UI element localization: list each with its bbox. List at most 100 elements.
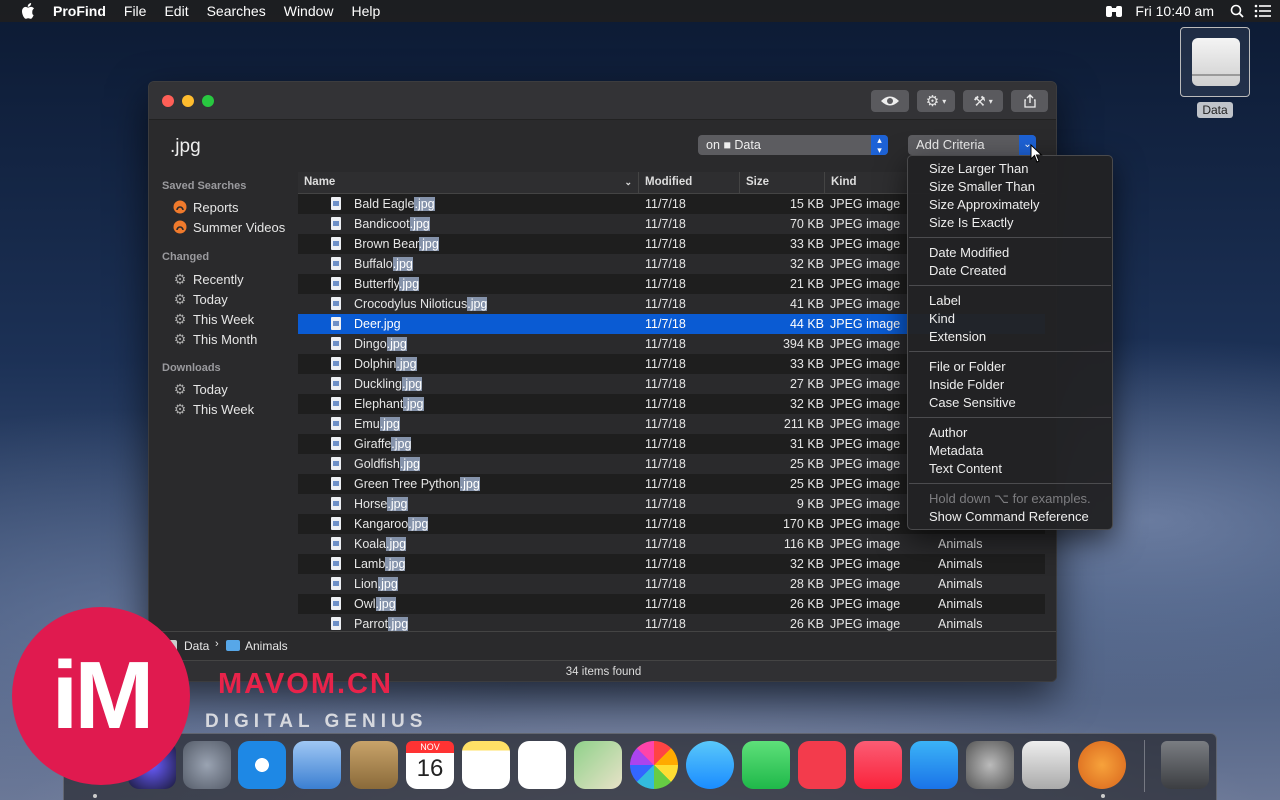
menu-item-size-larger-than[interactable]: Size Larger Than bbox=[929, 160, 1029, 178]
menu-item-author[interactable]: Author bbox=[929, 424, 967, 442]
dock-news-icon[interactable] bbox=[798, 741, 846, 789]
dock-maps-icon[interactable] bbox=[574, 741, 622, 789]
sidebar-item-label: Recently bbox=[193, 271, 244, 287]
tools-button[interactable]: ⚒ ▾ bbox=[963, 90, 1003, 112]
menu-item-extension[interactable]: Extension bbox=[929, 328, 986, 346]
sidebar-item-this-month[interactable]: ⚙ This Month bbox=[173, 329, 258, 349]
jpeg-file-icon bbox=[331, 237, 341, 250]
menu-item-kind[interactable]: Kind bbox=[929, 310, 955, 328]
title-bar[interactable]: ⚙ ▾ ⚒ ▾ bbox=[149, 82, 1056, 120]
mouse-cursor-icon bbox=[1030, 143, 1044, 169]
menu-clock[interactable]: Fri 10:40 am bbox=[1135, 3, 1214, 19]
profind-status-icon[interactable] bbox=[1105, 3, 1123, 19]
path-item-animals[interactable]: Animals bbox=[245, 639, 288, 653]
menu-hint: Hold down ⌥ for examples. bbox=[929, 491, 1091, 506]
column-header-modified[interactable]: Modified bbox=[638, 172, 739, 194]
cell-kind: JPEG image bbox=[830, 397, 901, 411]
action-button[interactable]: ⚙ ▾ bbox=[917, 90, 955, 112]
sidebar-item-this-week[interactable]: ⚙ This Week bbox=[173, 309, 254, 329]
column-header-size[interactable]: Size bbox=[739, 172, 824, 194]
gear-icon: ⚙ bbox=[173, 400, 187, 417]
dock-notes-icon[interactable] bbox=[462, 741, 510, 789]
menu-item-case-sensitive[interactable]: Case Sensitive bbox=[929, 394, 1016, 412]
dock-launchpad-icon[interactable] bbox=[183, 741, 231, 789]
cell-size: 33 KB bbox=[789, 237, 824, 251]
cell-size: 31 KB bbox=[789, 437, 824, 451]
cell-name: Buffalo.jpg bbox=[354, 257, 413, 271]
cell-modified: 11/7/18 bbox=[645, 597, 686, 611]
dock-screenshot-icon[interactable] bbox=[1022, 741, 1070, 789]
drive-label[interactable]: Data bbox=[1197, 102, 1233, 118]
dock-music-icon[interactable] bbox=[854, 741, 902, 789]
sidebar-item-downloads-today[interactable]: ⚙ Today bbox=[173, 379, 228, 399]
sidebar-item-reports[interactable]: Reports bbox=[173, 197, 239, 217]
table-row[interactable]: Owl.jpg 11/7/18 26 KB JPEG image Animals bbox=[298, 594, 1045, 614]
dock-profind-icon[interactable] bbox=[1078, 741, 1126, 789]
menu-item-size-is-exactly[interactable]: Size Is Exactly bbox=[929, 214, 1014, 232]
gear-icon: ⚙ bbox=[173, 310, 187, 327]
search-query[interactable]: .jpg bbox=[170, 136, 201, 158]
jpeg-file-icon bbox=[331, 197, 341, 210]
data-drive-icon[interactable] bbox=[1180, 27, 1250, 97]
dock-photos-icon[interactable] bbox=[630, 741, 678, 789]
menu-item-file-or-folder[interactable]: File or Folder bbox=[929, 358, 1006, 376]
menu-searches[interactable]: Searches bbox=[198, 3, 275, 19]
dock-system-preferences-icon[interactable] bbox=[966, 741, 1014, 789]
sidebar-item-today[interactable]: ⚙ Today bbox=[173, 289, 228, 309]
jpeg-file-icon bbox=[331, 477, 341, 490]
dock-facetime-icon[interactable] bbox=[742, 741, 790, 789]
menu-item-inside-folder[interactable]: Inside Folder bbox=[929, 376, 1004, 394]
apple-icon[interactable] bbox=[20, 3, 36, 19]
menu-item-text-content[interactable]: Text Content bbox=[929, 460, 1002, 478]
notification-center-icon[interactable] bbox=[1254, 4, 1272, 18]
cell-name: Green Tree Python.jpg bbox=[354, 477, 480, 491]
menu-item-date-modified[interactable]: Date Modified bbox=[929, 244, 1009, 262]
path-separator-icon: › bbox=[215, 638, 219, 650]
spotlight-icon[interactable] bbox=[1230, 4, 1244, 18]
zoom-button[interactable] bbox=[202, 95, 214, 107]
sidebar-item-label: Reports bbox=[193, 199, 239, 215]
menu-item-size-approximately[interactable]: Size Approximately bbox=[929, 196, 1040, 214]
table-row[interactable]: Lamb.jpg 11/7/18 32 KB JPEG image Animals bbox=[298, 554, 1045, 574]
dock-app-store-icon[interactable] bbox=[910, 741, 958, 789]
dock-contacts-icon[interactable] bbox=[350, 741, 398, 789]
menu-item-label[interactable]: Label bbox=[929, 292, 961, 310]
sidebar-item-recently[interactable]: ⚙ Recently bbox=[173, 269, 244, 289]
table-row[interactable]: Koala.jpg 11/7/18 116 KB JPEG image Animals bbox=[298, 534, 1045, 554]
dock-mail-icon[interactable] bbox=[293, 741, 341, 789]
close-button[interactable] bbox=[162, 95, 174, 107]
table-row[interactable]: Lion.jpg 11/7/18 28 KB JPEG image Animals bbox=[298, 574, 1045, 594]
menu-window[interactable]: Window bbox=[275, 3, 343, 19]
add-criteria-popup[interactable]: Add Criteria ⌄ bbox=[908, 135, 1036, 155]
menu-item-date-created[interactable]: Date Created bbox=[929, 262, 1006, 280]
jpeg-file-icon bbox=[331, 337, 341, 350]
sidebar-item-downloads-this-week[interactable]: ⚙ This Week bbox=[173, 399, 254, 419]
menu-app-name[interactable]: ProFind bbox=[44, 3, 115, 19]
quick-look-button[interactable] bbox=[871, 90, 909, 112]
cell-size: 394 KB bbox=[782, 337, 824, 351]
match-highlight: .jpg bbox=[391, 437, 412, 451]
menu-item-size-smaller-than[interactable]: Size Smaller Than bbox=[929, 178, 1035, 196]
path-item-data[interactable]: Data bbox=[184, 639, 209, 653]
match-highlight: .jpg bbox=[408, 517, 429, 531]
menu-item-metadata[interactable]: Metadata bbox=[929, 442, 983, 460]
add-criteria-label: Add Criteria bbox=[916, 137, 985, 152]
share-button[interactable] bbox=[1011, 90, 1048, 112]
match-highlight: .jpg bbox=[399, 457, 421, 471]
menu-help[interactable]: Help bbox=[343, 3, 390, 19]
dock-calendar-icon[interactable]: NOV 16 bbox=[406, 741, 454, 789]
dock-reminders-icon[interactable] bbox=[518, 741, 566, 789]
menu-file[interactable]: File bbox=[115, 3, 156, 19]
cell-size: 33 KB bbox=[789, 357, 824, 371]
cell-kind: JPEG image bbox=[830, 277, 901, 291]
column-header-name[interactable]: Name ⌄ bbox=[298, 172, 638, 194]
dock-messages-icon[interactable] bbox=[686, 741, 734, 789]
dock-safari-icon[interactable] bbox=[238, 741, 286, 789]
menu-edit[interactable]: Edit bbox=[155, 3, 197, 19]
search-scope-popup[interactable]: on ■ Data ▴ ▾ bbox=[698, 135, 888, 155]
table-row[interactable]: Parrot.jpg 11/7/18 26 KB JPEG image Animals bbox=[298, 614, 1045, 631]
sidebar-item-summer-videos[interactable]: Summer Videos bbox=[173, 217, 285, 237]
dock-trash-icon[interactable] bbox=[1161, 741, 1209, 789]
menu-item-show-command-reference[interactable]: Show Command Reference bbox=[929, 508, 1089, 526]
minimize-button[interactable] bbox=[182, 95, 194, 107]
